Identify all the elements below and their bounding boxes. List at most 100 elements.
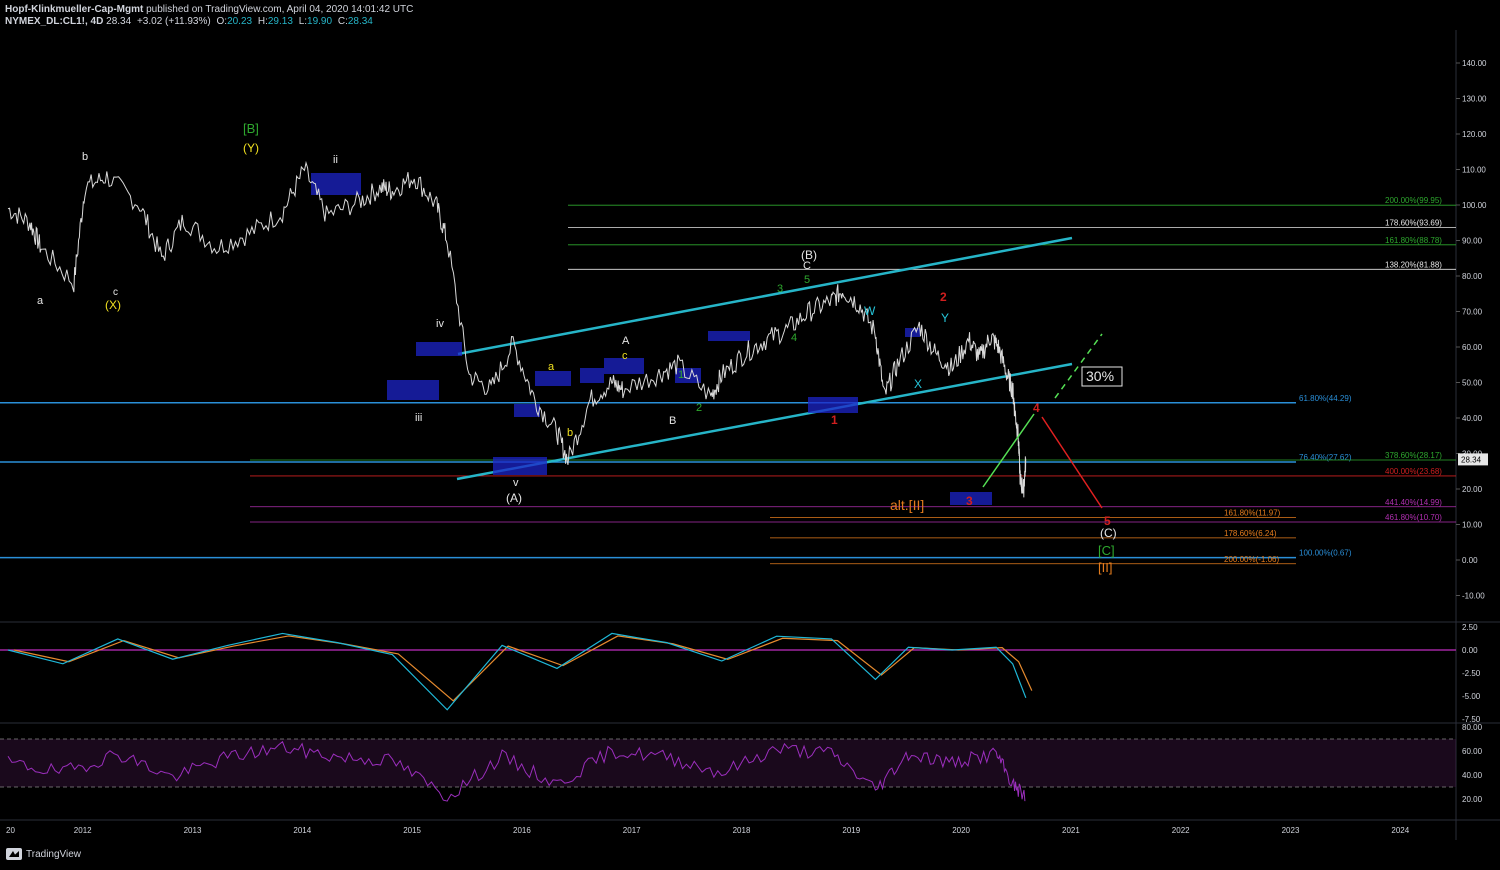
wave-label: 1 xyxy=(678,369,684,381)
y-tick-label: 40.00 xyxy=(1462,414,1483,423)
wave-label: W xyxy=(864,304,876,318)
x-tick-label: 2014 xyxy=(293,826,311,835)
x-tick-label: 2016 xyxy=(513,826,531,835)
support-zone-box xyxy=(708,331,750,341)
macd-line xyxy=(7,632,1027,711)
fib-level-label: 378.60%(28.17) xyxy=(1385,451,1442,460)
support-zone-box xyxy=(311,173,361,195)
wave-label: 5 xyxy=(804,274,810,286)
wave-label: A xyxy=(622,335,630,347)
wave-label: a xyxy=(548,361,555,373)
wave-label: b xyxy=(567,427,573,439)
fib-level-label: 200.00%(99.95) xyxy=(1385,196,1442,205)
y-tick-label: 120.00 xyxy=(1462,130,1487,139)
rsi-tick-label: 60.00 xyxy=(1462,747,1483,756)
brand-label: TradingView xyxy=(26,848,82,860)
rsi-tick-label: 20.00 xyxy=(1462,795,1483,804)
support-zone-box xyxy=(905,328,920,337)
fib-level-label: 178.60%(6.24) xyxy=(1224,529,1277,538)
y-tick-label: 100.00 xyxy=(1462,201,1487,210)
current-price-label: 28.34 xyxy=(1461,455,1482,464)
rsi-tick-label: 40.00 xyxy=(1462,771,1483,780)
macd-tick-label: -5.00 xyxy=(1462,692,1481,701)
channel-upper-line xyxy=(457,236,1073,356)
fib-level-label: 161.80%(88.78) xyxy=(1385,236,1442,245)
wave-label: 1 xyxy=(831,413,838,427)
y-tick-label: 10.00 xyxy=(1462,521,1483,530)
chart-canvas[interactable]: 140.00130.00120.00110.00100.0090.0080.00… xyxy=(0,0,1500,870)
support-zone-box xyxy=(387,380,439,400)
wave-label: 4 xyxy=(1033,401,1040,415)
fib-level-label: 61.80%(44.29) xyxy=(1299,394,1352,403)
fib-level-label: 100.00%(0.67) xyxy=(1299,549,1352,558)
x-tick-label: 2018 xyxy=(733,826,751,835)
wave-label: X xyxy=(914,377,922,391)
y-tick-label: 80.00 xyxy=(1462,272,1483,281)
tradingview-footer[interactable]: TradingView xyxy=(6,848,81,860)
support-zone-box xyxy=(416,342,462,356)
x-tick-label: 2023 xyxy=(1282,826,1300,835)
wave-label: 2 xyxy=(696,402,702,414)
support-zone-box xyxy=(535,371,571,386)
x-tick-label: 2013 xyxy=(184,826,202,835)
wave-label: 30% xyxy=(1086,368,1114,384)
wave-label: (X) xyxy=(105,298,121,312)
macd-tick-label: -2.50 xyxy=(1462,669,1481,678)
macd-signal-line xyxy=(13,635,1033,702)
y-tick-label: 70.00 xyxy=(1462,308,1483,317)
y-tick-label: 0.00 xyxy=(1462,556,1478,565)
x-tick-label: 20 xyxy=(6,826,15,835)
wave-label: c xyxy=(113,287,118,298)
wave-label: iv xyxy=(436,318,444,330)
support-zone-box xyxy=(580,368,604,383)
wave-label: (Y) xyxy=(243,141,259,155)
support-zone-box xyxy=(808,397,858,413)
support-zone-box xyxy=(493,457,547,475)
y-tick-label: 20.00 xyxy=(1462,485,1483,494)
fib-level-label: 161.80%(11.97) xyxy=(1224,509,1281,518)
wave-label: 3 xyxy=(777,283,783,295)
wave-label: (C) xyxy=(1100,526,1117,540)
macd-tick-label: 0.00 xyxy=(1462,646,1478,655)
fib-level-label: 441.40%(14.99) xyxy=(1385,498,1442,507)
wave-label: [C] xyxy=(1098,543,1115,558)
y-tick-label: 110.00 xyxy=(1462,166,1486,175)
fib-level-label: 138.20%(81.88) xyxy=(1385,260,1442,269)
wave-label: Y xyxy=(941,311,949,325)
fib-level-label: 461.80%(10.70) xyxy=(1385,513,1442,522)
wave-label: a xyxy=(37,295,44,307)
wave-label: c xyxy=(622,350,628,362)
wave-label: 3 xyxy=(966,494,973,508)
x-tick-label: 2019 xyxy=(842,826,860,835)
y-tick-label: 90.00 xyxy=(1462,237,1483,246)
x-tick-label: 2024 xyxy=(1391,826,1409,835)
x-tick-label: 2012 xyxy=(74,826,92,835)
wave-label: (A) xyxy=(506,491,522,505)
fib-level-label: 76.40%(27.62) xyxy=(1299,453,1352,462)
wave-label: ii xyxy=(333,154,338,166)
y-tick-label: 50.00 xyxy=(1462,379,1483,388)
fib-level-label: 400.00%(23.68) xyxy=(1385,467,1442,476)
wave-label: B xyxy=(669,415,676,427)
wave-label: (B) xyxy=(801,248,817,262)
tradingview-logo-icon xyxy=(6,848,22,860)
x-tick-label: 2022 xyxy=(1172,826,1190,835)
y-tick-label: -10.00 xyxy=(1462,592,1485,601)
x-tick-label: 2015 xyxy=(403,826,421,835)
rsi-tick-label: 80.00 xyxy=(1462,723,1483,732)
wave-label: v xyxy=(513,477,519,489)
y-tick-label: 60.00 xyxy=(1462,343,1483,352)
y-tick-label: 130.00 xyxy=(1462,95,1487,104)
wave-label: 2 xyxy=(940,290,947,304)
wave-label: b xyxy=(82,151,88,163)
x-tick-label: 2017 xyxy=(623,826,641,835)
wave-label: [B] xyxy=(243,121,259,136)
fib-level-label: 200.00%(-1.06) xyxy=(1224,555,1279,564)
macd-tick-label: 2.50 xyxy=(1462,623,1478,632)
wave-label: [II] xyxy=(1098,560,1112,575)
x-tick-label: 2021 xyxy=(1062,826,1080,835)
rsi-band xyxy=(0,739,1456,787)
wave-label: iii xyxy=(415,412,422,424)
x-tick-label: 2020 xyxy=(952,826,970,835)
y-tick-label: 140.00 xyxy=(1462,59,1487,68)
